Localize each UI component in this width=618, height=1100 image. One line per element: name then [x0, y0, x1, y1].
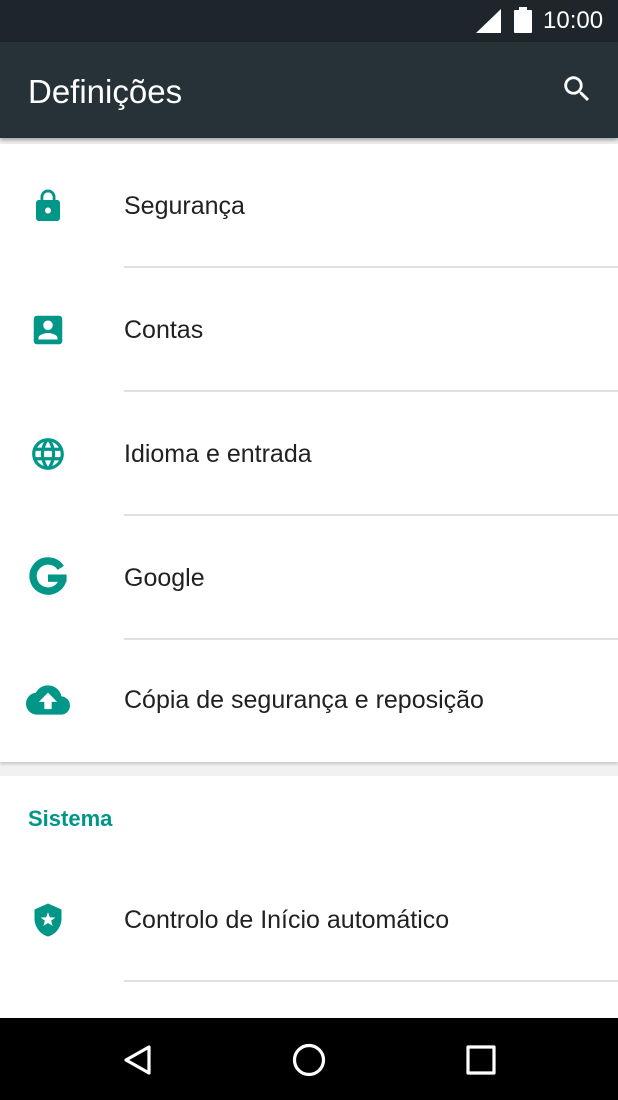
settings-item-autostart[interactable]: Controlo de Início automático — [0, 858, 618, 982]
google-icon — [22, 554, 74, 602]
settings-item-accounts[interactable]: Contas — [0, 268, 618, 392]
navigation-bar — [0, 1018, 618, 1100]
search-icon — [564, 76, 590, 102]
settings-item-language[interactable]: Idioma e entrada — [0, 392, 618, 516]
battery-icon — [514, 7, 532, 33]
system-card: Sistema Controlo de Início automático — [0, 776, 618, 1018]
app-bar: Definições — [0, 42, 618, 138]
back-icon — [124, 1045, 151, 1075]
recents-icon — [466, 1045, 496, 1075]
settings-item-label: Segurança — [124, 192, 245, 220]
status-clock: 10:00 — [543, 7, 604, 34]
account-box-icon — [22, 306, 74, 354]
search-button[interactable] — [552, 64, 602, 114]
settings-item-label: Cópia de segurança e reposição — [124, 686, 484, 714]
shield-star-icon — [22, 896, 74, 944]
settings-screen: 10:00 Definições Segurança Contas Idioma… — [0, 0, 618, 1100]
settings-item-label: Google — [124, 564, 205, 592]
recents-button[interactable] — [451, 1032, 511, 1088]
settings-item-label: Controlo de Início automático — [124, 906, 450, 934]
settings-item-backup[interactable]: Cópia de segurança e reposição — [0, 638, 618, 762]
back-button[interactable] — [108, 1032, 168, 1088]
settings-item-security[interactable]: Segurança — [0, 144, 618, 268]
cloud-upload-icon — [22, 676, 74, 724]
section-header-system: Sistema — [28, 806, 113, 831]
settings-item-label: Contas — [124, 316, 204, 344]
divider — [124, 980, 618, 982]
settings-item-label: Idioma e entrada — [124, 440, 312, 468]
globe-icon — [22, 430, 74, 478]
lock-icon — [22, 182, 74, 230]
page-title: Definições — [28, 73, 183, 110]
signal-icon — [476, 9, 501, 33]
status-bar: 10:00 — [0, 0, 618, 42]
home-button[interactable] — [279, 1032, 339, 1088]
settings-item-google[interactable]: Google — [0, 516, 618, 640]
home-icon — [292, 1043, 326, 1077]
settings-card: Segurança Contas Idioma e entrada Google… — [0, 144, 618, 762]
